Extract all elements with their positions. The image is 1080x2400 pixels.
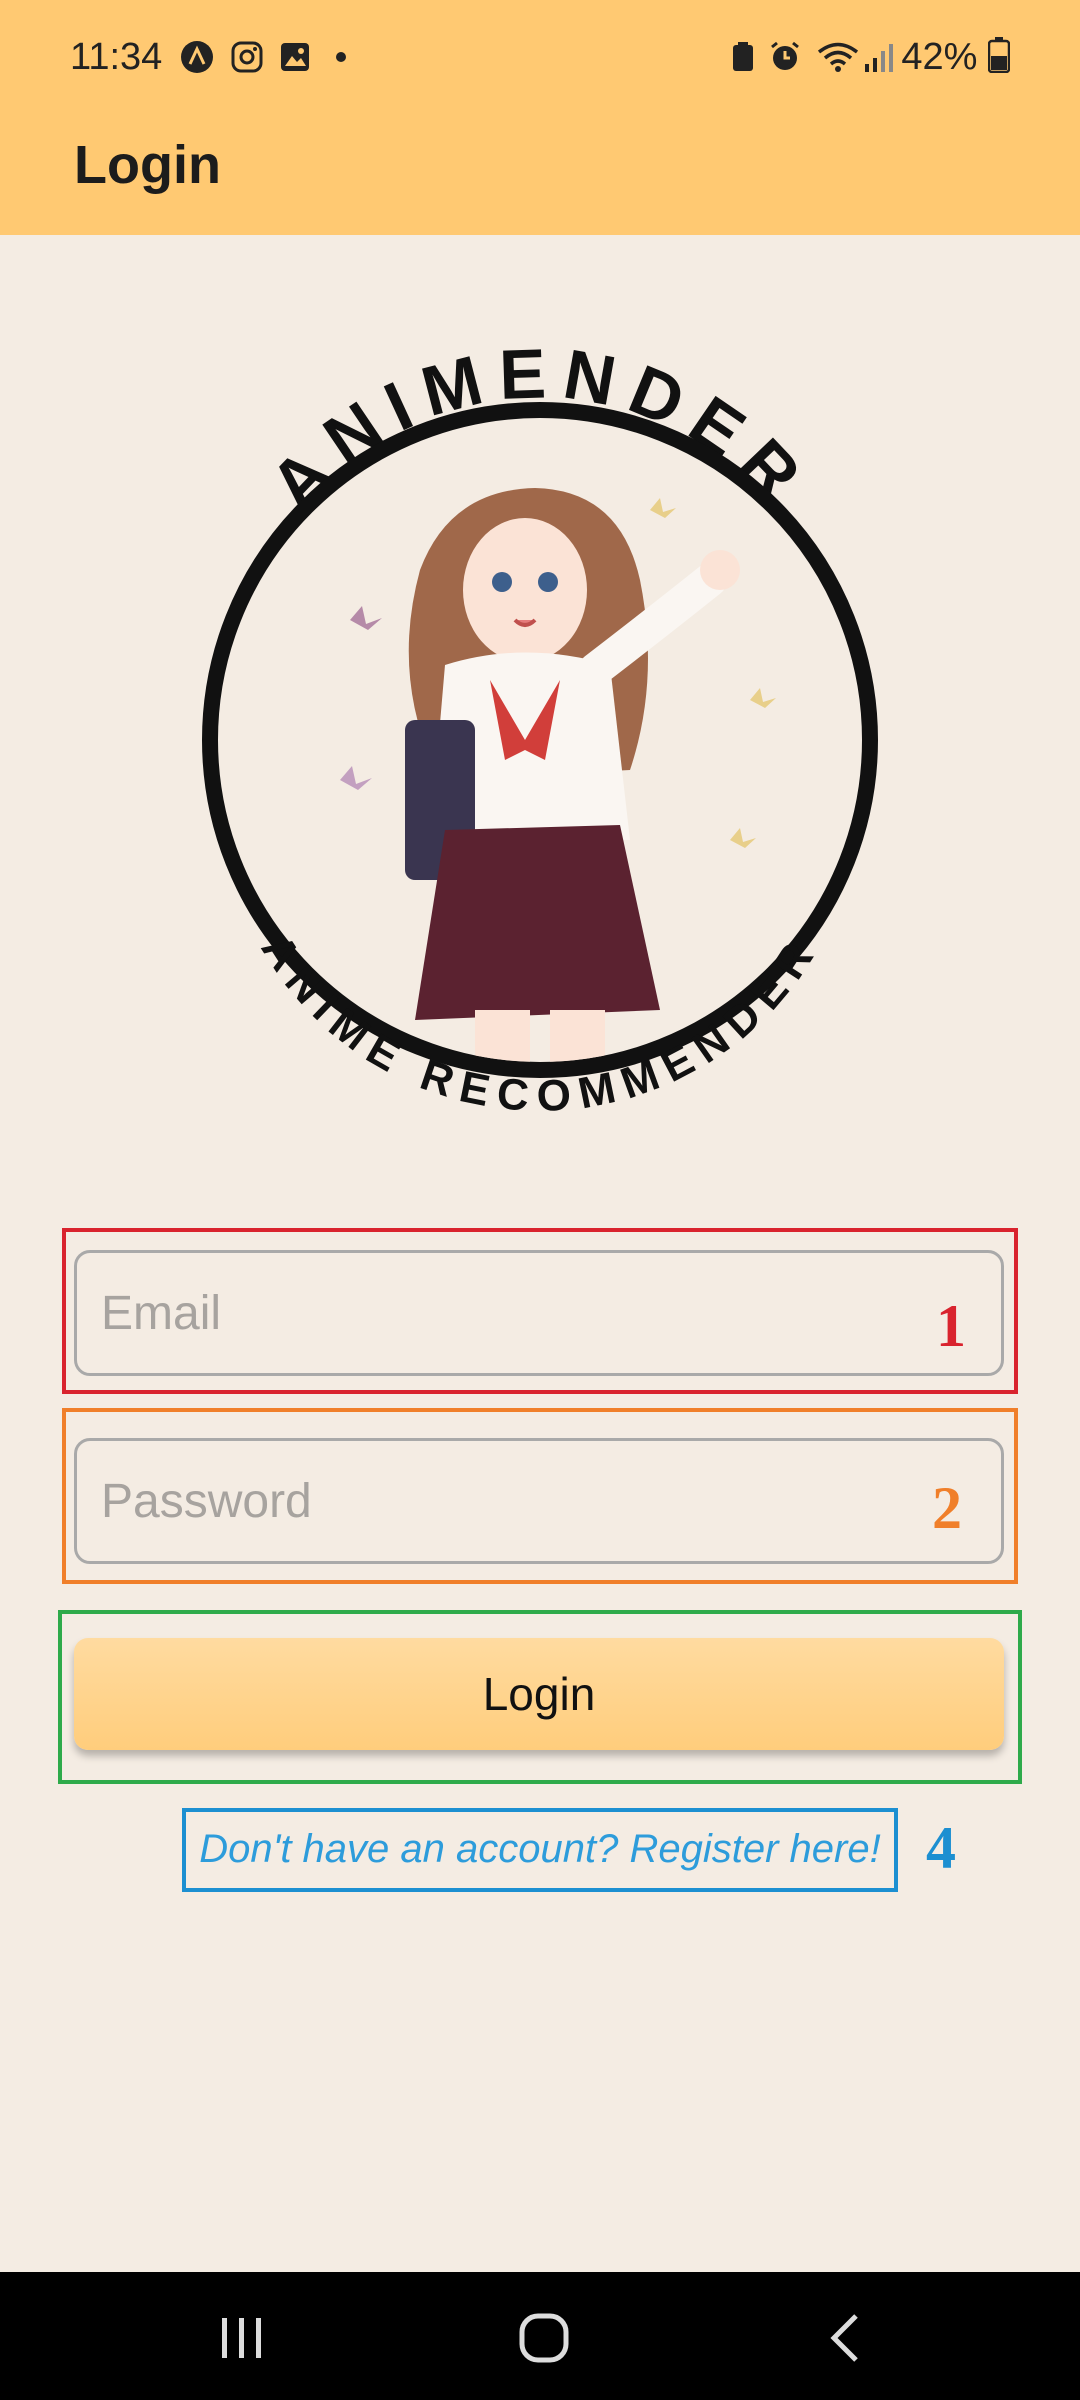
battery-saver-icon	[733, 42, 753, 71]
wifi-icon	[817, 42, 859, 72]
more-notifications-dot-icon	[336, 52, 346, 62]
status-bar: 11:34 42%	[0, 0, 1080, 120]
app-notification-icon	[181, 41, 213, 73]
email-field[interactable]	[74, 1250, 1004, 1376]
page-title: Login	[74, 135, 221, 195]
system-navigation-bar	[0, 2272, 1080, 2400]
battery-icon	[987, 37, 1011, 74]
animender-logo: ANIMENDER ANIME RECOMMENDER	[202, 334, 878, 1121]
alarm-icon	[771, 41, 799, 70]
battery-percentage: 42%	[901, 36, 1011, 79]
home-icon[interactable]	[518, 2312, 570, 2364]
anime-girl-illustration	[340, 488, 776, 1062]
password-field[interactable]	[74, 1438, 1004, 1564]
back-icon[interactable]	[826, 2312, 862, 2364]
app-bar: 11:34 42% Login	[0, 0, 1080, 235]
login-button[interactable]: Login	[74, 1638, 1004, 1750]
status-time: 11:34	[70, 36, 163, 78]
gallery-icon	[281, 43, 309, 71]
annotation-label-4: 4	[926, 1815, 956, 1881]
instagram-icon	[231, 41, 263, 73]
register-link[interactable]: Don't have an account? Register here!	[182, 1808, 898, 1890]
recent-apps-icon[interactable]	[218, 2316, 266, 2360]
signal-icon	[865, 44, 893, 72]
